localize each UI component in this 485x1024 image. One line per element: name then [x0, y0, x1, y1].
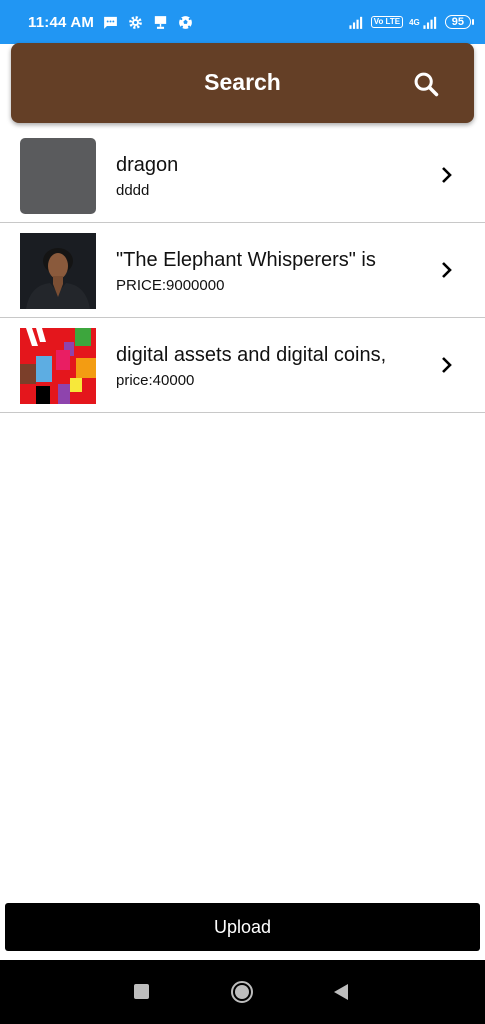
status-time: 11:44 AM	[28, 13, 95, 31]
system-nav-bar	[0, 960, 485, 1024]
list-item[interactable]: digital assets and digital coins, price:…	[0, 318, 485, 413]
item-thumbnail	[20, 138, 96, 214]
item-thumbnail	[20, 233, 96, 309]
item-title: digital assets and digital coins,	[116, 344, 387, 365]
item-subtitle: PRICE:9000000	[116, 277, 225, 294]
football-icon	[179, 15, 192, 29]
network-type-label: 4G	[409, 17, 420, 27]
battery-indicator: 95	[444, 15, 475, 29]
signal-icon-2	[423, 16, 436, 29]
colorful-abstract	[20, 328, 96, 404]
signal-icon	[349, 16, 362, 29]
list-item[interactable]: "The Elephant Whisperers" is PRICE:90000…	[0, 223, 485, 318]
page-title: Search	[204, 69, 281, 95]
recents-icon[interactable]	[134, 984, 149, 999]
item-title: dragon	[116, 154, 179, 175]
presentation-icon	[154, 15, 167, 29]
list-item[interactable]: dragon dddd	[0, 128, 485, 223]
notification-icons	[102, 14, 194, 31]
item-subtitle: dddd	[116, 182, 150, 199]
upload-button[interactable]: Upload	[5, 903, 480, 951]
search-icon[interactable]	[412, 70, 440, 98]
volte-badge: Vo LTE	[370, 16, 404, 28]
back-icon[interactable]	[332, 983, 350, 1001]
item-subtitle: price:40000	[116, 372, 195, 389]
chevron-right-icon	[442, 357, 452, 373]
home-icon[interactable]	[230, 980, 254, 1004]
item-thumbnail	[20, 328, 96, 404]
app-bar: Search	[11, 43, 474, 123]
system-icons: Vo LTE 4G 95	[348, 14, 475, 31]
item-title: "The Elephant Whisperers" is	[116, 249, 376, 270]
portrait-photo	[20, 233, 96, 309]
chevron-right-icon	[442, 262, 452, 278]
chevron-right-icon	[442, 167, 452, 183]
message-icon	[104, 16, 117, 29]
status-bar: 11:44 AM Vo LTE 4G 95	[0, 0, 485, 44]
settings-icon	[129, 15, 142, 29]
item-list: dragon dddd "The Elephant Whisperers" is…	[0, 128, 485, 413]
